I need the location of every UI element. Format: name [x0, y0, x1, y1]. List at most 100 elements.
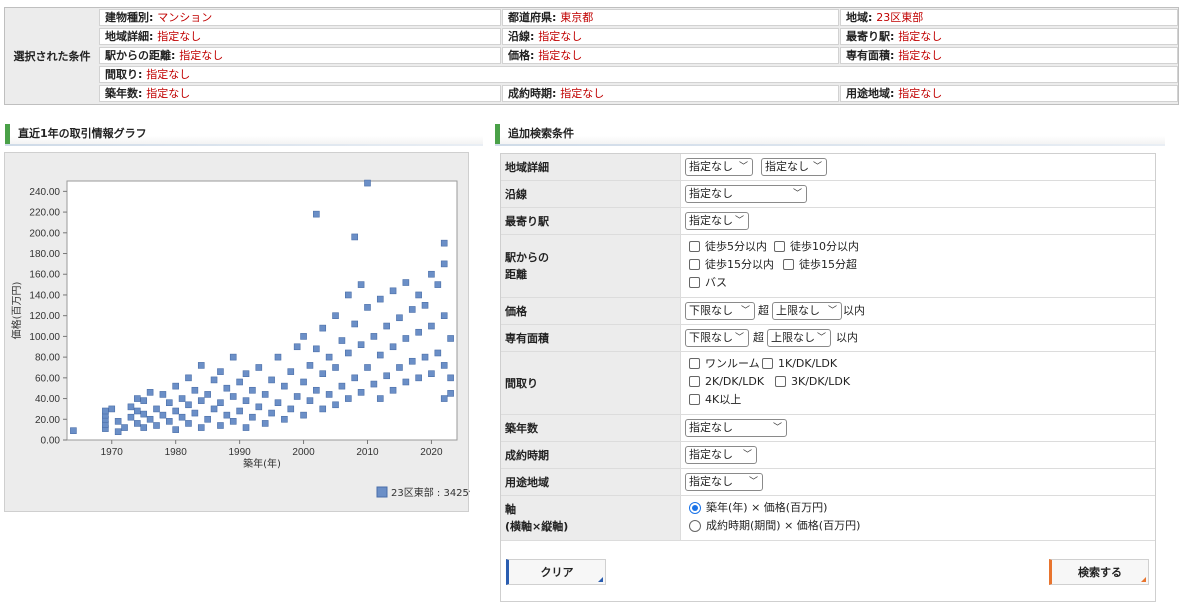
walk-10min-checkbox[interactable] — [774, 241, 785, 252]
data-point — [319, 370, 327, 377]
region-detail-select-2[interactable]: 指定なし ﹀ — [761, 158, 827, 176]
data-point — [364, 179, 371, 187]
y-tick-label: 220.00 — [29, 208, 60, 219]
data-point — [357, 281, 365, 288]
condition-building-age: 築年数: 指定なし — [99, 85, 501, 102]
region-detail-select-1[interactable]: 指定なし ﹀ — [685, 158, 753, 176]
3k-label: 3K/DK/LDK — [791, 375, 851, 388]
data-point — [319, 324, 327, 332]
bus-label: バス — [705, 276, 727, 289]
data-point — [428, 370, 435, 377]
1k-checkbox[interactable] — [762, 358, 773, 369]
data-point — [127, 413, 135, 421]
data-point — [332, 401, 339, 409]
3k-checkbox[interactable] — [775, 376, 786, 387]
4k-checkbox[interactable] — [689, 394, 700, 405]
price-within-text: 以内 — [843, 304, 865, 317]
data-point — [415, 328, 422, 336]
data-point — [242, 397, 250, 404]
y-tick-label: 200.00 — [29, 228, 60, 239]
axis-period-price-radio[interactable] — [689, 520, 701, 532]
data-point — [185, 374, 192, 382]
building-age-label: 築年数 — [501, 415, 681, 441]
search-row-axis: 軸 (横軸×縦軸) 築年(年) × 価格(百万円) 成約時期(期間) × 価格(… — [501, 496, 1155, 541]
axis-label: 軸 (横軸×縦軸) — [501, 496, 681, 540]
data-point — [153, 422, 160, 429]
conditions-row: 築年数: 指定なし 成約時期: 指定なし 用途地域: 指定なし — [99, 84, 1178, 103]
chevron-down-icon: ﹀ — [740, 306, 750, 316]
x-tick-label: 2020 — [420, 447, 443, 458]
chevron-down-icon: ﹀ — [734, 333, 744, 343]
data-point — [274, 399, 282, 407]
data-point — [313, 345, 320, 353]
y-axis-label: 価格(百万円) — [10, 282, 23, 340]
data-point — [408, 357, 416, 365]
area-min-select[interactable]: 下限なし ﹀ — [685, 329, 749, 347]
data-point — [268, 376, 275, 384]
y-tick-label: 120.00 — [29, 311, 60, 322]
area-label: 専有面積 — [501, 325, 681, 351]
building-age-select[interactable]: 指定なし ﹀ — [685, 419, 787, 437]
data-point — [351, 374, 359, 382]
one-room-checkbox[interactable] — [689, 358, 700, 369]
data-point — [134, 395, 141, 402]
conditions-row: 駅からの距離: 指定なし 価格: 指定なし 専有面積: 指定なし — [99, 46, 1178, 65]
conditions-grid: 建物種別: マンション 都道府県: 東京都 地域: 23区東部 地域詳細: 指定… — [99, 8, 1178, 104]
data-point — [447, 374, 454, 382]
data-point — [229, 353, 237, 361]
line-select[interactable]: 指定なし ﹀ — [685, 185, 807, 203]
data-point — [402, 335, 410, 342]
data-point — [440, 362, 448, 369]
data-point — [121, 424, 128, 431]
data-point — [440, 260, 448, 268]
corner-triangle-icon — [598, 577, 603, 582]
search-row-contract-period: 成約時期 指定なし ﹀ — [501, 442, 1155, 469]
data-point — [300, 378, 307, 386]
data-point — [223, 411, 231, 419]
walk-over-15min-checkbox[interactable] — [783, 259, 794, 270]
data-point — [134, 420, 141, 427]
search-row-region-detail: 地域詳細 指定なし ﹀ 指定なし ﹀ — [501, 154, 1155, 181]
data-point — [146, 389, 154, 396]
clear-button[interactable]: クリア — [506, 559, 606, 585]
axis-age-price-radio[interactable] — [689, 502, 701, 514]
walk-5min-checkbox[interactable] — [689, 241, 700, 252]
data-point — [242, 370, 250, 377]
data-point — [357, 341, 365, 348]
price-max-select[interactable]: 上限なし ﹀ — [772, 302, 842, 320]
data-point — [153, 405, 160, 413]
data-point — [338, 337, 346, 344]
area-max-select[interactable]: 上限なし ﹀ — [767, 329, 831, 347]
search-form: 地域詳細 指定なし ﹀ 指定なし ﹀ 沿線 指定なし ﹀ 最寄り駅 指定なし ﹀ 駅から… — [500, 153, 1156, 602]
chevron-down-icon: ﹀ — [812, 162, 822, 172]
data-point — [357, 389, 365, 396]
axis-age-price-label: 築年(年) × 価格(百万円) — [706, 501, 828, 514]
data-point — [313, 386, 320, 394]
data-point — [140, 410, 148, 418]
station-select[interactable]: 指定なし ﹀ — [685, 212, 749, 230]
data-point — [440, 312, 448, 319]
data-point — [376, 295, 384, 303]
data-point — [287, 368, 295, 375]
contract-period-label: 成約時期 — [501, 442, 681, 468]
walk-15min-checkbox[interactable] — [689, 259, 700, 270]
data-point — [191, 409, 199, 417]
selected-conditions-header: 選択された条件 — [5, 8, 99, 104]
data-point — [415, 291, 422, 299]
zoning-label: 用途地域 — [501, 469, 681, 495]
zoning-select[interactable]: 指定なし ﹀ — [685, 473, 763, 491]
data-point — [70, 427, 77, 434]
distance-label: 駅からの 距離 — [501, 235, 681, 297]
data-point — [345, 291, 352, 299]
data-point — [300, 411, 307, 419]
contract-period-select[interactable]: 指定なし ﹀ — [685, 446, 757, 464]
price-min-select[interactable]: 下限なし ﹀ — [685, 302, 755, 320]
condition-region: 地域: 23区東部 — [840, 9, 1178, 26]
search-button[interactable]: 検索する — [1049, 559, 1149, 585]
data-point — [325, 391, 333, 398]
2k-checkbox[interactable] — [689, 376, 700, 387]
walk-10min-label: 徒歩10分以内 — [790, 240, 859, 253]
data-point — [447, 335, 454, 342]
bus-checkbox[interactable] — [689, 277, 700, 288]
data-point — [229, 393, 237, 400]
